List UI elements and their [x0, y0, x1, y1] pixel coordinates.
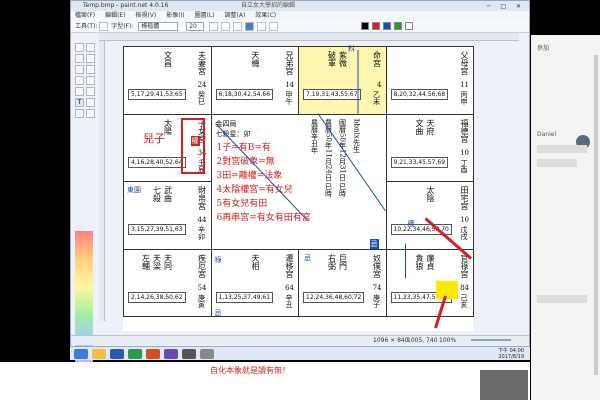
canvas[interactable]: 文昌 夫妻宮 24 癸巳 5,17,29,41,53,65 天機 兄弟宮 14 甲午 6,18,3…: [123, 45, 474, 331]
menu-bar: 檔案(F) 編輯(E) 檢視(V) 影像(I) 圖層(L) 調整(A) 效果(C…: [71, 11, 529, 20]
move-tool-icon[interactable]: [86, 43, 95, 52]
magic-wand-icon[interactable]: [75, 65, 84, 74]
sidebar-scrollbar[interactable]: [594, 55, 598, 375]
image-size: 1096 × 840: [373, 337, 409, 344]
arrow-line: [215, 123, 309, 222]
menu-edit[interactable]: 編輯(E): [105, 12, 125, 19]
bold-icon[interactable]: [209, 22, 219, 31]
arrow-line: [424, 217, 472, 260]
clock[interactable]: 下午 04:00 2017/8/19: [498, 348, 524, 360]
start-icon[interactable]: [74, 349, 88, 359]
zoom-slider[interactable]: [471, 339, 511, 341]
window-title: Temp.bmp - paint.net 4.0.16: [83, 2, 169, 9]
text-tool-icon[interactable]: [99, 22, 109, 31]
center-title: 自立女大學招的編輯: [241, 2, 296, 9]
blue-swatch[interactable]: [382, 22, 391, 30]
text-tool-panel-icon[interactable]: T: [75, 98, 84, 107]
fill-tool-icon[interactable]: [86, 65, 95, 74]
menu-adjust[interactable]: 調整(A): [225, 12, 246, 19]
clock-date: 2017/8/19: [498, 354, 524, 360]
menu-image[interactable]: 影像(I): [166, 12, 184, 19]
taskbar: 下午 04:00 2017/8/19: [70, 346, 530, 360]
black-swatch[interactable]: [361, 22, 369, 30]
explorer-icon[interactable]: [92, 349, 106, 359]
paintnet-icon[interactable]: [164, 349, 178, 359]
webcam-overlay: [480, 370, 528, 400]
green-swatch[interactable]: [393, 22, 402, 30]
arrow-line: [434, 295, 447, 329]
sidebar-row: [537, 145, 587, 153]
sidebar-label: 參加: [537, 45, 550, 52]
zoom-level: 100%: [439, 337, 457, 344]
sidebar-row: [537, 159, 577, 167]
menu-effects[interactable]: 效果(C): [255, 12, 276, 19]
excel-icon[interactable]: [128, 349, 142, 359]
brush-tool-icon[interactable]: [75, 76, 84, 85]
word-icon[interactable]: [110, 349, 124, 359]
app-icon[interactable]: [182, 349, 196, 359]
tools-panel: T: [73, 41, 97, 371]
menu-layers[interactable]: 圖層(L): [195, 12, 215, 19]
arrow-line: [317, 113, 386, 212]
subtitle-bar: 自化本象就是讀有無！: [0, 362, 530, 400]
align-left-icon[interactable]: [244, 22, 254, 31]
paint-window: Temp.bmp - paint.net 4.0.16 自立女大學招的編輯 ─ …: [70, 0, 530, 371]
screen: Temp.bmp - paint.net 4.0.16 自立女大學招的編輯 ─ …: [0, 0, 600, 400]
cursor-position: 1005, 740: [407, 337, 438, 344]
ziwei-chart: 文昌 夫妻宮 24 癸巳 5,17,29,41,53,65 天機 兄弟宮 14 甲午 6,18,3…: [123, 45, 474, 331]
tool-label: 工具(T):: [75, 23, 98, 30]
gradient-tool-icon[interactable]: [86, 109, 95, 118]
window-controls[interactable]: ─ □ ✕: [487, 2, 525, 12]
font-size-select[interactable]: 20: [186, 22, 205, 31]
menu-view[interactable]: 檢視(V): [135, 12, 156, 19]
font-label: 字型(F):: [111, 23, 134, 30]
vertical-ruler: [99, 41, 105, 321]
powerpoint-icon[interactable]: [146, 349, 160, 359]
red-swatch[interactable]: [371, 22, 380, 30]
align-center-icon[interactable]: [256, 22, 266, 31]
right-sidebar: 參加 Daniel: [531, 35, 600, 400]
underline-icon[interactable]: [232, 22, 242, 31]
zoom-tool-icon[interactable]: [86, 54, 95, 63]
font-select[interactable]: 標楷體: [138, 22, 179, 31]
eraser-tool-icon[interactable]: [86, 76, 95, 85]
menu-file[interactable]: 檔案(F): [75, 12, 95, 19]
arrows-overlay: [215, 50, 472, 329]
italic-icon[interactable]: [221, 22, 231, 31]
title-bar: Temp.bmp - paint.net 4.0.16 自立女大學招的編輯 ─ …: [71, 1, 529, 11]
subtitle-text: 自化本象就是讀有無！: [210, 366, 290, 375]
select-tool-icon[interactable]: [75, 43, 84, 52]
pencil-tool-icon[interactable]: [75, 87, 84, 96]
align-right-icon[interactable]: [268, 22, 278, 31]
sidebar-row: [537, 295, 587, 303]
clone-tool-icon[interactable]: [86, 87, 95, 96]
status-bar: 1096 × 840 1005, 740 100%: [71, 335, 529, 345]
sidebar-user: Daniel: [537, 131, 557, 138]
white-swatch[interactable]: [404, 22, 413, 30]
app-icon[interactable]: [200, 349, 214, 359]
horizontal-ruler: [99, 33, 519, 41]
toolbar: 工具(T): 字型(F): 標楷體 20: [71, 20, 529, 33]
shape-tool-icon[interactable]: [75, 109, 84, 118]
lasso-tool-icon[interactable]: [75, 54, 84, 63]
line-tool-icon[interactable]: [86, 98, 95, 107]
